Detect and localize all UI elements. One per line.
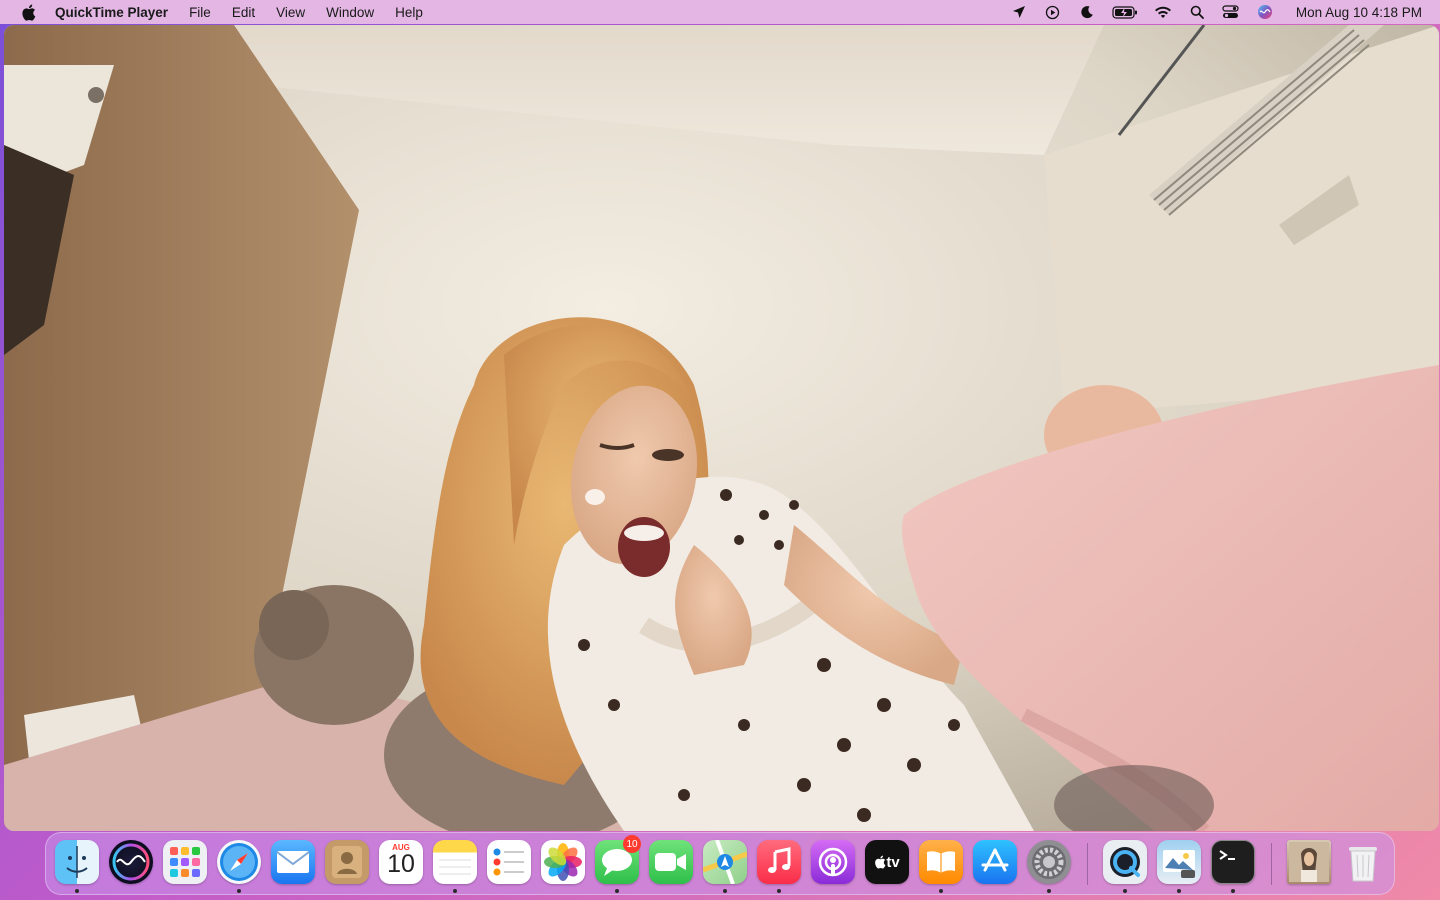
dock-podcasts-icon[interactable] [811,840,855,884]
dock-terminal-icon[interactable] [1211,840,1255,884]
running-indicator [1231,889,1235,893]
running-indicator [75,889,79,893]
menu-file[interactable]: File [189,5,211,20]
menu-view[interactable]: View [276,5,305,20]
dock-safari-icon[interactable] [217,840,261,884]
calendar-day: 10 [387,850,415,878]
do-not-disturb-moon-icon[interactable] [1078,4,1096,20]
running-indicator [939,889,943,893]
running-indicator [1047,889,1051,893]
spotlight-search-icon[interactable] [1188,4,1206,20]
dock-maps-icon[interactable] [703,840,747,884]
dock-mail-icon[interactable] [271,840,315,884]
dock-calendar-icon[interactable]: AUG 10 [379,840,423,884]
dock-photos-icon[interactable] [541,840,585,884]
running-indicator [1123,889,1127,893]
control-center-icon[interactable] [1222,4,1240,20]
messages-badge: 10 [623,835,641,853]
dock-launchpad-icon[interactable] [163,840,207,884]
menu-window[interactable]: Window [326,5,374,20]
screen-recording-icon[interactable] [1044,4,1062,20]
running-indicator [1177,889,1181,893]
video-frame-image [4,25,1439,831]
dock-books-icon[interactable] [919,840,963,884]
dock-reminders-icon[interactable] [487,840,531,884]
tv-label: tv [886,853,900,871]
dock-contacts-icon[interactable] [325,840,369,884]
dock-apple-tv-icon[interactable]: tv [865,840,909,884]
apple-menu-icon[interactable] [20,4,36,21]
menu-clock[interactable]: Mon Aug 10 4:18 PM [1296,5,1422,20]
status-area: Mon Aug 10 4:18 PM [1010,0,1422,24]
dock-app-store-icon[interactable] [973,840,1017,884]
dock-separator [1087,843,1088,885]
running-indicator [615,889,619,893]
menu-edit[interactable]: Edit [232,5,255,20]
dock-separator [1271,843,1272,885]
menu-app-name[interactable]: QuickTime Player [55,5,168,20]
running-indicator [237,889,241,893]
menu-bar: QuickTime Player File Edit View Window H… [0,0,1440,24]
siri-icon[interactable] [1256,4,1274,20]
dock-notes-icon[interactable] [433,840,477,884]
running-indicator [453,889,457,893]
dock-siri-icon[interactable] [109,840,153,884]
dock-photo-thumbnail-icon[interactable] [1287,840,1331,884]
menu-help[interactable]: Help [395,5,423,20]
dock-quicktime-icon[interactable] [1103,840,1147,884]
dock: AUG 10 10 tv [45,832,1395,895]
dock-preview-icon[interactable] [1157,840,1201,884]
location-icon[interactable] [1010,4,1028,20]
dock-facetime-icon[interactable] [649,840,693,884]
running-indicator [723,889,727,893]
battery-charging-icon[interactable] [1112,4,1138,20]
dock-finder-icon[interactable] [55,840,99,884]
dock-system-preferences-icon[interactable] [1027,840,1071,884]
wifi-icon[interactable] [1154,4,1172,20]
dock-music-icon[interactable] [757,840,801,884]
dock-trash-icon[interactable] [1341,840,1385,884]
quicktime-video-window[interactable] [4,25,1439,831]
running-indicator [777,889,781,893]
